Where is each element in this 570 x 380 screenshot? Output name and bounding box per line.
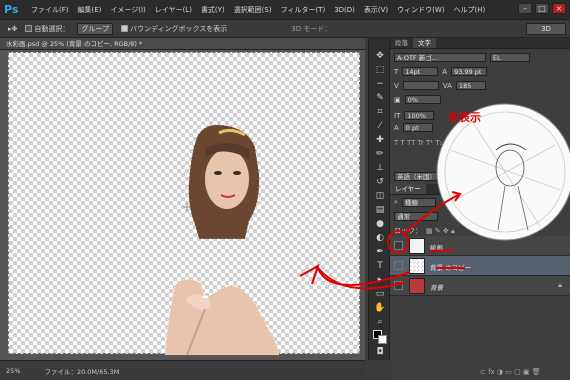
annotation-overlay: 非表示 — [299, 103, 570, 290]
annotation-label: 非表示 — [448, 110, 481, 124]
annotation-arrow-canvas — [317, 267, 411, 290]
annotation-circle — [387, 230, 409, 254]
sketch-preview-inset — [436, 103, 570, 241]
